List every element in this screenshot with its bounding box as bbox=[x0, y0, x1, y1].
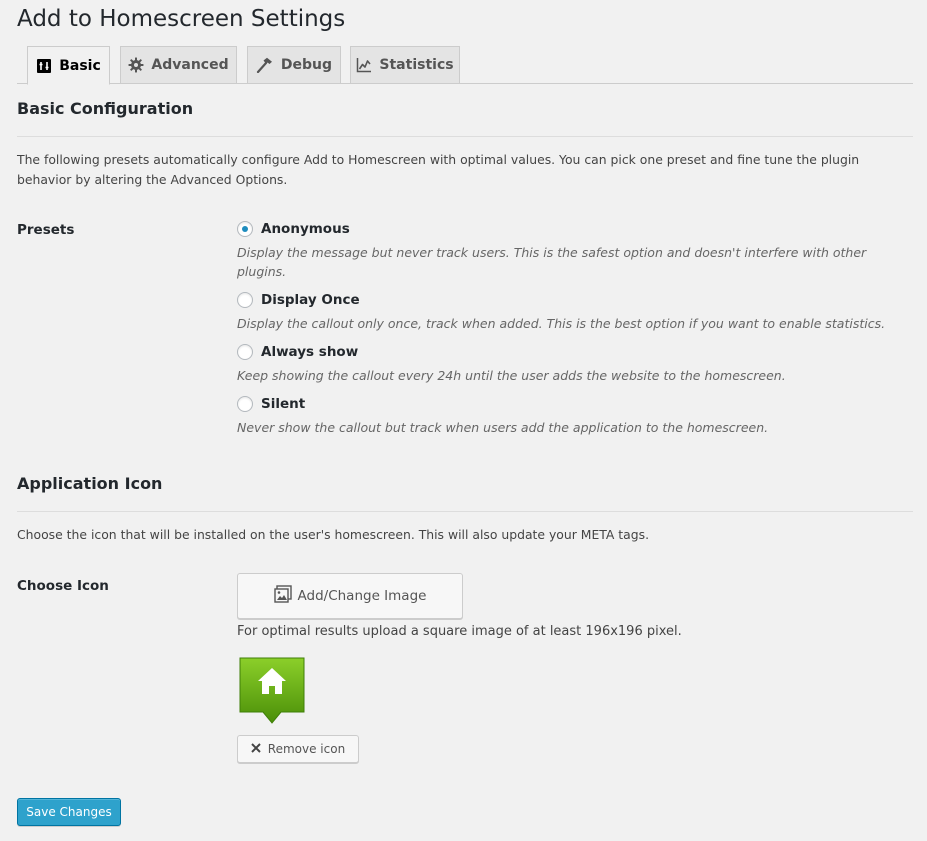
close-icon bbox=[251, 742, 261, 756]
image-icon bbox=[273, 585, 292, 607]
preset-label: Silent bbox=[261, 396, 306, 412]
radio-checked bbox=[237, 221, 253, 237]
radio-unchecked bbox=[237, 344, 253, 360]
basic-configuration-heading: Basic Configuration bbox=[17, 99, 194, 118]
gear-icon bbox=[128, 57, 144, 73]
preset-description: Keep showing the callout every 24h until… bbox=[237, 368, 786, 383]
preset-label: Always show bbox=[261, 344, 359, 360]
basic-description: The following presets automatically conf… bbox=[17, 152, 860, 187]
tab-label: Basic bbox=[59, 57, 101, 74]
tab-statistics[interactable]: Statistics bbox=[350, 46, 460, 84]
remove-icon-button[interactable]: Remove icon bbox=[237, 735, 359, 763]
button-label: Remove icon bbox=[267, 742, 346, 756]
icon-description: Choose the icon that will be installed o… bbox=[17, 527, 650, 542]
save-changes-button[interactable]: Save Changes bbox=[17, 798, 121, 826]
tab-label: Statistics bbox=[379, 57, 454, 73]
page-title: Add to Homescreen Settings bbox=[17, 6, 346, 32]
preset-label: Anonymous bbox=[261, 221, 350, 237]
preset-description: Never show the callout but track when us… bbox=[237, 420, 769, 435]
presets-label: Presets bbox=[17, 222, 75, 238]
tab-debug[interactable]: Debug bbox=[247, 46, 341, 84]
choose-icon-label: Choose Icon bbox=[17, 578, 109, 594]
preset-anonymous-radio[interactable]: Anonymous bbox=[237, 221, 350, 237]
hammer-icon bbox=[256, 57, 274, 73]
icon-size-hint: For optimal results upload a square imag… bbox=[237, 624, 682, 639]
tab-label: Debug bbox=[280, 57, 333, 73]
tab-basic[interactable]: Basic bbox=[27, 46, 110, 85]
settings-tabs: Basic Advanced Debug Statistics bbox=[17, 46, 913, 85]
basic-icon bbox=[36, 58, 52, 74]
tab-label: Advanced bbox=[151, 57, 229, 73]
add-change-image-button[interactable]: Add/Change Image bbox=[237, 573, 463, 619]
application-icon-heading: Application Icon bbox=[17, 474, 163, 493]
radio-unchecked bbox=[237, 396, 253, 412]
preset-label: Display Once bbox=[261, 292, 360, 308]
app-icon-preview bbox=[238, 655, 306, 729]
preset-silent-radio[interactable]: Silent bbox=[237, 396, 305, 412]
chart-line-icon bbox=[356, 57, 372, 73]
preset-description: Display the message but never track user… bbox=[237, 245, 867, 279]
preset-display-once-radio[interactable]: Display Once bbox=[237, 292, 360, 308]
preset-always-show-radio[interactable]: Always show bbox=[237, 344, 358, 360]
tab-advanced[interactable]: Advanced bbox=[120, 46, 237, 84]
divider bbox=[17, 511, 913, 512]
preset-description: Display the callout only once, track whe… bbox=[237, 316, 886, 331]
radio-unchecked bbox=[237, 292, 253, 308]
divider bbox=[17, 136, 913, 137]
button-label: Add/Change Image bbox=[297, 588, 427, 604]
